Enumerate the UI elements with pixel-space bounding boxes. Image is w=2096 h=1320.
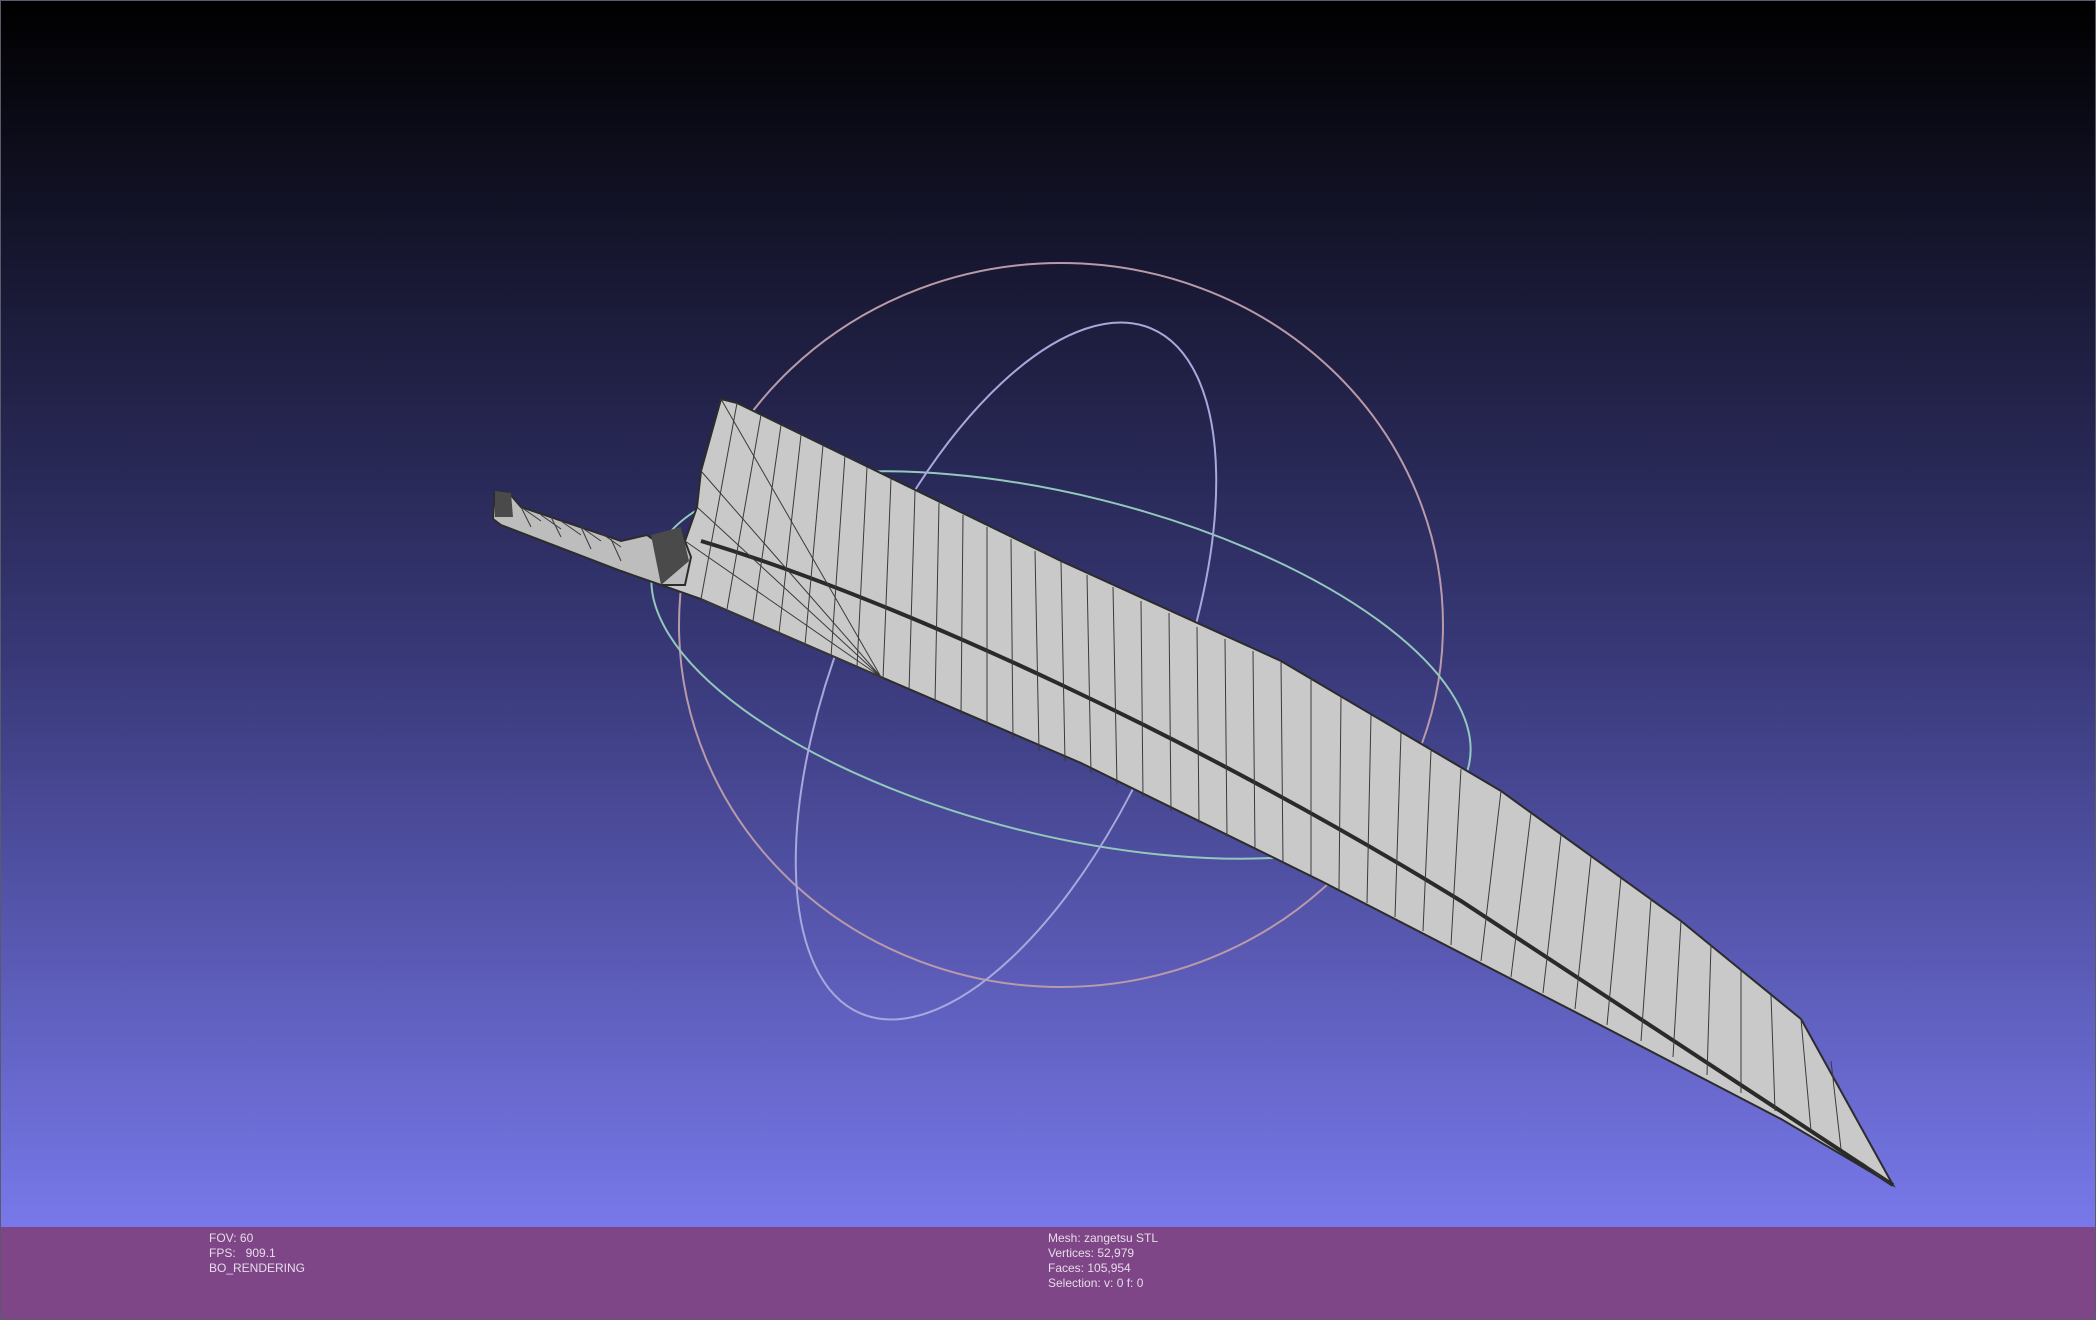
info-bar: FOV: 60 FPS: 909.1 BO_RENDERING Mesh: za… (1, 1227, 2095, 1319)
vertices-label: Vertices: 52,979 (1048, 1246, 1135, 1260)
scene-canvas[interactable] (1, 1, 2096, 1227)
faces-label: Faces: 105,954 (1048, 1261, 1131, 1275)
mesh-name-label: Mesh: zangetsu STL (1048, 1231, 1159, 1245)
render-info: FOV: 60 FPS: 909.1 BO_RENDERING (209, 1231, 305, 1276)
selection-label: Selection: v: 0 f: 0 (1048, 1276, 1144, 1290)
tang-notch (495, 491, 513, 517)
3d-viewport[interactable]: FOV: 60 FPS: 909.1 BO_RENDERING Mesh: za… (0, 0, 2096, 1320)
mesh-info: Mesh: zangetsu STL Vertices: 52,979 Face… (1048, 1231, 1158, 1291)
fps-label: FPS: 909.1 (209, 1246, 276, 1260)
render-mode-label: BO_RENDERING (209, 1261, 306, 1275)
fov-label: FOV: 60 (209, 1231, 254, 1245)
